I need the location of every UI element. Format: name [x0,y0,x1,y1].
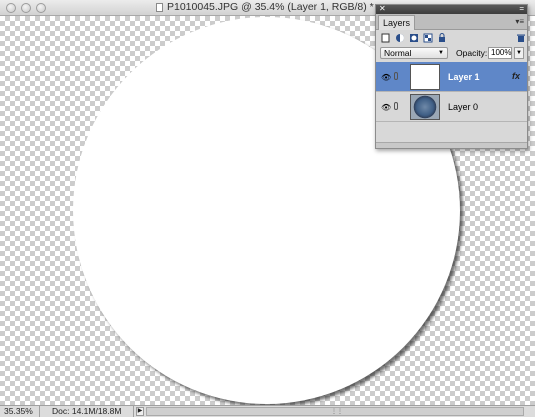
opacity-input[interactable]: 100% [488,47,512,59]
window-zoom-button[interactable] [36,3,46,13]
window-minimize-button[interactable] [21,3,31,13]
document-title: P1010045.JPG @ 35.4% (Layer 1, RGB/8) * [167,1,374,13]
resize-grip-icon[interactable]: ⋮⋮ [331,408,343,415]
blend-mode-select[interactable]: Normal ▼ [380,47,448,59]
lock-all-icon[interactable] [437,33,447,43]
opacity-label: Opacity: [456,48,488,58]
layer-thumbnail [410,64,440,90]
tab-layers[interactable]: Layers [378,15,416,30]
layers-panel: ✕ = Layers ▾≡ Normal ▼ Opacity: 100% ▼ 👁… [375,4,528,149]
panel-tab-row: Layers ▾≡ [376,14,527,30]
eye-icon[interactable]: 👁 [381,103,391,112]
document-icon [156,3,163,12]
layer-row[interactable]: 👁 Layer 1 fx [376,62,527,92]
collapse-panel-icon[interactable]: = [519,4,524,13]
blend-row: Normal ▼ Opacity: 100% ▼ [376,46,527,62]
layer-mask-icon[interactable] [409,33,419,43]
layer-thumbnail [410,94,440,120]
eye-icon[interactable]: 👁 [381,73,391,82]
document-size: Doc: 14.1M/18.8M [44,406,134,417]
new-layer-icon[interactable] [381,33,391,43]
trash-icon[interactable] [516,33,526,43]
chevron-down-icon: ▼ [438,50,444,56]
fx-icon[interactable]: fx [512,71,520,81]
layer-name: Layer 1 [448,72,480,82]
window-close-button[interactable] [6,3,16,13]
layer-name: Layer 0 [448,102,479,112]
layers-toolbar [376,30,527,46]
adjustment-layer-icon[interactable] [395,33,405,43]
lock-transparency-icon[interactable] [423,33,433,43]
close-icon[interactable]: ✕ [379,4,386,13]
panel-resize-handle[interactable] [376,142,527,148]
opacity-dropdown-icon[interactable]: ▼ [514,47,524,59]
link-icon[interactable] [394,72,398,80]
link-icon[interactable] [394,102,398,110]
blend-mode-value: Normal [384,48,412,58]
panel-header[interactable]: ✕ = [376,4,527,14]
layer-row[interactable]: 👁 Layer 0 [376,92,527,122]
panel-menu-icon[interactable]: ▾≡ [515,17,524,26]
status-menu-arrow-icon[interactable]: ▶ [136,407,144,416]
status-bar: 35.35% Doc: 14.1M/18.8M ▶ ⋮⋮ [0,405,535,417]
zoom-level[interactable]: 35.35% [0,406,40,417]
